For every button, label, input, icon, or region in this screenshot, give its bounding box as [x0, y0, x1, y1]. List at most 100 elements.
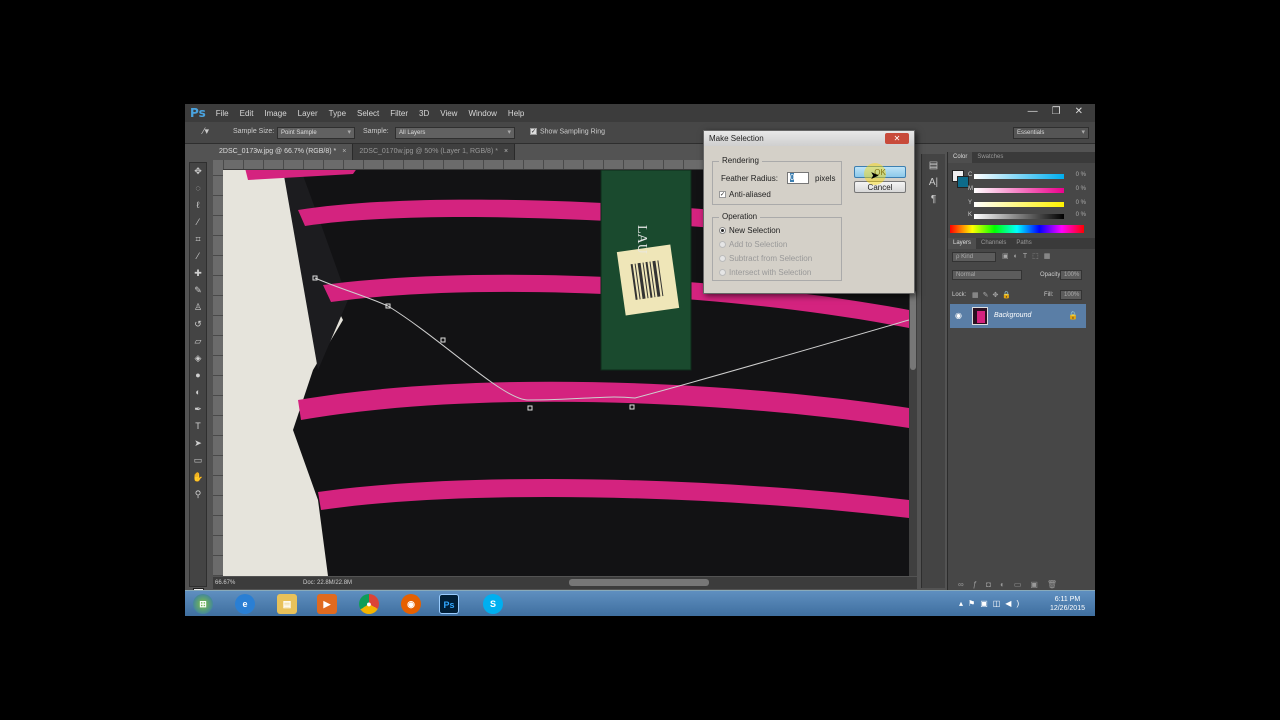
close-icon[interactable]: × — [342, 148, 346, 155]
paragraph-icon[interactable]: ¶ — [922, 194, 945, 205]
layer-action-icons[interactable]: ∞ƒ◘◐▭▣🗑 — [958, 580, 1066, 589]
paint-bucket-icon[interactable]: ◈ — [190, 350, 206, 366]
layer-background-row[interactable]: ◉ Background 🔒 — [950, 304, 1086, 328]
tab-document-0170[interactable]: 2DSC_0170w.jpg @ 50% (Layer 1, RGB/8) * × — [353, 144, 516, 160]
anti-aliased-checkbox[interactable]: ✓ — [719, 191, 726, 199]
system-tray-icons[interactable]: ▴⚑▣◫◀) — [959, 599, 1024, 608]
media-player-icon[interactable]: ▶ — [317, 594, 337, 614]
anti-aliased-option[interactable]: ✓ Anti-aliased — [719, 190, 771, 199]
feather-radius-label: Feather Radius: — [721, 174, 778, 183]
intersect-selection-label: Intersect with Selection — [729, 268, 812, 277]
clock-time: 6:11 PM — [1054, 596, 1081, 603]
add-selection-label: Add to Selection — [729, 240, 788, 249]
marquee-tool-icon[interactable]: ◌ — [190, 180, 206, 196]
eyedropper-icon[interactable]: ⁄▾ — [203, 126, 209, 137]
chrome-icon[interactable]: ● — [359, 594, 379, 614]
menu-type[interactable]: Type — [329, 109, 346, 118]
sample-size-select[interactable]: Point Sample — [277, 127, 355, 139]
system-clock[interactable]: 6:11 PM 12/26/2015 — [1050, 595, 1085, 613]
radio-new-selection[interactable] — [719, 227, 726, 235]
menu-window[interactable]: Window — [468, 109, 496, 118]
skype-icon[interactable]: S — [483, 594, 503, 614]
show-ring-option[interactable]: ✓ Show Sampling Ring — [530, 128, 605, 135]
quick-select-tool-icon[interactable]: ⁄ — [190, 214, 206, 230]
horizontal-scroll-thumb[interactable] — [569, 579, 709, 586]
sample-select[interactable]: All Layers — [395, 127, 515, 139]
show-ring-checkbox[interactable]: ✓ — [530, 128, 537, 135]
menu-bar: Ps File Edit Image Layer Type Select Fil… — [185, 104, 1095, 122]
minimize-button[interactable]: — — [1028, 106, 1038, 117]
lock-icons[interactable]: ▦✎✥🔒 — [972, 291, 1015, 299]
close-button[interactable]: ✕ — [1075, 106, 1083, 117]
tab-paths[interactable]: Paths — [1011, 238, 1036, 249]
radio-add-selection — [719, 241, 726, 249]
blend-mode-select[interactable]: Normal — [952, 270, 1022, 280]
start-button-icon[interactable]: ⊞ — [193, 594, 213, 614]
menu-select[interactable]: Select — [357, 109, 379, 118]
menu-edit[interactable]: Edit — [240, 109, 254, 118]
make-selection-dialog: Make Selection ✕ Rendering Feather Radiu… — [703, 130, 915, 294]
stamp-tool-icon[interactable]: ♙ — [190, 299, 206, 315]
character-icon[interactable]: A| — [922, 177, 945, 188]
value-m: 0 % — [1075, 186, 1086, 192]
firefox-icon[interactable]: ◉ — [401, 594, 421, 614]
show-ring-label: Show Sampling Ring — [540, 128, 605, 136]
slider-m[interactable]: M 0 % — [968, 186, 1086, 193]
tab-channels[interactable]: Channels — [976, 238, 1011, 249]
path-select-icon[interactable]: ➤ — [190, 435, 206, 451]
slider-c[interactable]: C 0 % — [968, 172, 1086, 179]
new-selection-option[interactable]: New Selection — [719, 226, 780, 235]
shape-tool-icon[interactable]: ▭ — [190, 452, 206, 468]
tab-color[interactable]: Color — [948, 152, 973, 163]
options-bar: ⁄▾ Sample Size: Point Sample Sample: All… — [185, 122, 1095, 144]
clock-date: 12/26/2015 — [1049, 605, 1085, 612]
fill-field[interactable]: 100% — [1060, 290, 1082, 300]
healing-tool-icon[interactable]: ✚ — [190, 265, 206, 281]
photoshop-window: Ps File Edit Image Layer Type Select Fil… — [185, 104, 1095, 616]
close-icon[interactable]: × — [504, 148, 508, 155]
menu-view[interactable]: View — [440, 109, 457, 118]
hand-tool-icon[interactable]: ✋ — [190, 469, 206, 485]
workspace-select[interactable]: Essentials — [1013, 127, 1089, 139]
blur-tool-icon[interactable]: ● — [190, 367, 206, 383]
type-tool-icon[interactable]: T — [190, 418, 206, 434]
menu-image[interactable]: Image — [264, 109, 286, 118]
file-explorer-icon[interactable]: ▤ — [277, 594, 297, 614]
menu-layer[interactable]: Layer — [298, 109, 318, 118]
slider-y[interactable]: Y 0 % — [968, 200, 1086, 207]
history-brush-icon[interactable]: ↺ — [190, 316, 206, 332]
eyedropper-tool-icon[interactable]: ⁄ — [190, 248, 206, 264]
internet-explorer-icon[interactable]: e — [235, 594, 255, 614]
move-tool-icon[interactable]: ✥ — [190, 163, 206, 179]
slider-k[interactable]: K 0 % — [968, 212, 1086, 219]
crop-tool-icon[interactable]: ⌗ — [190, 231, 206, 247]
zoom-level[interactable]: 66.67% — [215, 580, 235, 586]
menu-help[interactable]: Help — [508, 109, 524, 118]
dodge-tool-icon[interactable]: ◐ — [190, 384, 206, 400]
tab-swatches[interactable]: Swatches — [972, 152, 1008, 163]
history-icon[interactable]: ▤ — [922, 160, 945, 171]
opacity-field[interactable]: 100% — [1060, 270, 1082, 280]
kind-filter-select[interactable]: ρ Kind — [952, 252, 996, 262]
pen-tool-icon[interactable]: ✒ — [190, 401, 206, 417]
menu-file[interactable]: File — [216, 109, 229, 118]
tab-layers[interactable]: Layers — [948, 238, 977, 249]
feather-radius-input[interactable]: 0 — [787, 172, 809, 184]
layers-panel-tabs: Layers Channels Paths — [948, 238, 1095, 249]
restore-button[interactable]: ❐ — [1052, 106, 1061, 117]
dialog-close-button[interactable]: ✕ — [885, 133, 909, 144]
lasso-tool-icon[interactable]: ℓ — [190, 197, 206, 213]
scroll-thumb[interactable] — [910, 290, 916, 370]
menu-3d[interactable]: 3D — [419, 109, 429, 118]
color-spectrum[interactable] — [950, 225, 1084, 233]
brush-tool-icon[interactable]: ✎ — [190, 282, 206, 298]
eraser-tool-icon[interactable]: ▱ — [190, 333, 206, 349]
operation-group: Operation New Selection Add to Selection… — [712, 212, 842, 281]
filter-icons[interactable]: ▣◐T⬚▦ — [1002, 252, 1055, 260]
sample-label: Sample: — [363, 128, 389, 135]
visibility-eye-icon[interactable]: ◉ — [955, 311, 962, 320]
zoom-tool-icon[interactable]: ⚲ — [190, 486, 206, 502]
tab-document-0173[interactable]: 2DSC_0173w.jpg @ 66.7% (RGB/8) * × — [213, 144, 354, 160]
photoshop-taskbar-icon[interactable]: Ps — [439, 594, 459, 614]
menu-filter[interactable]: Filter — [390, 109, 408, 118]
